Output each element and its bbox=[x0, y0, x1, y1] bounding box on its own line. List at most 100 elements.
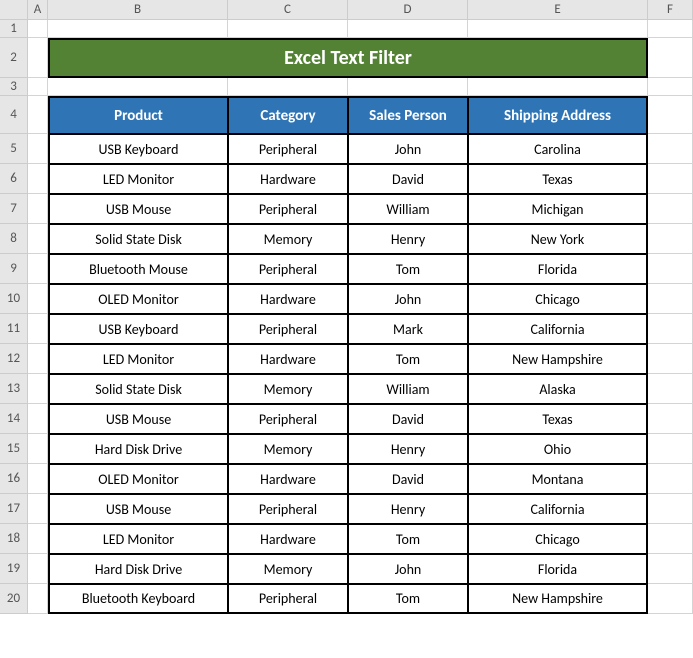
cell-sales-person[interactable]: William bbox=[348, 374, 468, 404]
row-header-5[interactable]: 5 bbox=[0, 134, 28, 164]
cell-f16[interactable] bbox=[648, 464, 693, 494]
cell-shipping-address[interactable]: Alaska bbox=[468, 374, 648, 404]
cell-product[interactable]: LED Monitor bbox=[48, 344, 228, 374]
cell-c1[interactable] bbox=[228, 20, 348, 38]
row-header-16[interactable]: 16 bbox=[0, 464, 28, 494]
cell-f8[interactable] bbox=[648, 224, 693, 254]
cell-product[interactable]: USB Mouse bbox=[48, 494, 228, 524]
cell-sales-person[interactable]: Tom bbox=[348, 584, 468, 614]
row-header-9[interactable]: 9 bbox=[0, 254, 28, 284]
row-header-17[interactable]: 17 bbox=[0, 494, 28, 524]
cell-f12[interactable] bbox=[648, 344, 693, 374]
row-header-1[interactable]: 1 bbox=[0, 20, 28, 38]
cell-shipping-address[interactable]: Michigan bbox=[468, 194, 648, 224]
cell-sales-person[interactable]: Tom bbox=[348, 524, 468, 554]
cell-sales-person[interactable]: Tom bbox=[348, 344, 468, 374]
cell-product[interactable]: USB Keyboard bbox=[48, 314, 228, 344]
cell-product[interactable]: Solid State Disk bbox=[48, 374, 228, 404]
cell-f11[interactable] bbox=[648, 314, 693, 344]
cell-a13[interactable] bbox=[28, 374, 48, 404]
cell-a2[interactable] bbox=[28, 38, 48, 78]
cell-sales-person[interactable]: David bbox=[348, 404, 468, 434]
cell-d3[interactable] bbox=[348, 78, 468, 96]
col-header-b[interactable]: B bbox=[48, 0, 228, 20]
cell-a10[interactable] bbox=[28, 284, 48, 314]
cell-f13[interactable] bbox=[648, 374, 693, 404]
cell-a14[interactable] bbox=[28, 404, 48, 434]
cell-sales-person[interactable]: William bbox=[348, 194, 468, 224]
cell-sales-person[interactable]: Henry bbox=[348, 494, 468, 524]
cell-a16[interactable] bbox=[28, 464, 48, 494]
cell-f17[interactable] bbox=[648, 494, 693, 524]
cell-d1[interactable] bbox=[348, 20, 468, 38]
cell-category[interactable]: Peripheral bbox=[228, 494, 348, 524]
row-header-3[interactable]: 3 bbox=[0, 78, 28, 96]
col-header-d[interactable]: D bbox=[348, 0, 468, 20]
cell-a20[interactable] bbox=[28, 584, 48, 614]
cell-shipping-address[interactable]: Florida bbox=[468, 254, 648, 284]
cell-f15[interactable] bbox=[648, 434, 693, 464]
cell-category[interactable]: Memory bbox=[228, 434, 348, 464]
cell-product[interactable]: Hard Disk Drive bbox=[48, 554, 228, 584]
cell-category[interactable]: Hardware bbox=[228, 284, 348, 314]
cell-shipping-address[interactable]: New York bbox=[468, 224, 648, 254]
cell-a6[interactable] bbox=[28, 164, 48, 194]
cell-sales-person[interactable]: David bbox=[348, 164, 468, 194]
cell-sales-person[interactable]: John bbox=[348, 134, 468, 164]
row-header-18[interactable]: 18 bbox=[0, 524, 28, 554]
cell-shipping-address[interactable]: New Hampshire bbox=[468, 584, 648, 614]
cell-shipping-address[interactable]: New Hampshire bbox=[468, 344, 648, 374]
cell-product[interactable]: OLED Monitor bbox=[48, 464, 228, 494]
cell-b3[interactable] bbox=[48, 78, 228, 96]
cell-f2[interactable] bbox=[648, 38, 693, 78]
cell-category[interactable]: Peripheral bbox=[228, 584, 348, 614]
cell-c3[interactable] bbox=[228, 78, 348, 96]
cell-category[interactable]: Peripheral bbox=[228, 194, 348, 224]
cell-f6[interactable] bbox=[648, 164, 693, 194]
cell-sales-person[interactable]: Mark bbox=[348, 314, 468, 344]
cell-product[interactable]: USB Mouse bbox=[48, 194, 228, 224]
cell-a15[interactable] bbox=[28, 434, 48, 464]
cell-f7[interactable] bbox=[648, 194, 693, 224]
cell-a12[interactable] bbox=[28, 344, 48, 374]
cell-shipping-address[interactable]: Montana bbox=[468, 464, 648, 494]
cell-shipping-address[interactable]: Chicago bbox=[468, 524, 648, 554]
cell-a19[interactable] bbox=[28, 554, 48, 584]
cell-shipping-address[interactable]: Carolina bbox=[468, 134, 648, 164]
cell-f9[interactable] bbox=[648, 254, 693, 284]
cell-a1[interactable] bbox=[28, 20, 48, 38]
cell-f19[interactable] bbox=[648, 554, 693, 584]
row-header-15[interactable]: 15 bbox=[0, 434, 28, 464]
cell-a9[interactable] bbox=[28, 254, 48, 284]
cell-a18[interactable] bbox=[28, 524, 48, 554]
cell-category[interactable]: Memory bbox=[228, 224, 348, 254]
cell-f18[interactable] bbox=[648, 524, 693, 554]
cell-product[interactable]: Solid State Disk bbox=[48, 224, 228, 254]
cell-shipping-address[interactable]: Chicago bbox=[468, 284, 648, 314]
row-header-20[interactable]: 20 bbox=[0, 584, 28, 614]
cell-f14[interactable] bbox=[648, 404, 693, 434]
cell-category[interactable]: Hardware bbox=[228, 464, 348, 494]
cell-shipping-address[interactable]: Texas bbox=[468, 164, 648, 194]
cell-product[interactable]: USB Keyboard bbox=[48, 134, 228, 164]
cell-product[interactable]: LED Monitor bbox=[48, 524, 228, 554]
cell-shipping-address[interactable]: Texas bbox=[468, 404, 648, 434]
cell-f10[interactable] bbox=[648, 284, 693, 314]
header-product[interactable]: Product bbox=[48, 96, 228, 134]
cell-category[interactable]: Hardware bbox=[228, 344, 348, 374]
cell-b1[interactable] bbox=[48, 20, 228, 38]
header-sales-person[interactable]: Sales Person bbox=[348, 96, 468, 134]
header-shipping-address[interactable]: Shipping Address bbox=[468, 96, 648, 134]
col-header-c[interactable]: C bbox=[228, 0, 348, 20]
cell-category[interactable]: Hardware bbox=[228, 164, 348, 194]
row-header-14[interactable]: 14 bbox=[0, 404, 28, 434]
row-header-10[interactable]: 10 bbox=[0, 284, 28, 314]
cell-shipping-address[interactable]: Ohio bbox=[468, 434, 648, 464]
cell-a7[interactable] bbox=[28, 194, 48, 224]
cell-product[interactable]: Hard Disk Drive bbox=[48, 434, 228, 464]
cell-category[interactable]: Peripheral bbox=[228, 314, 348, 344]
cell-sales-person[interactable]: John bbox=[348, 554, 468, 584]
cell-product[interactable]: Bluetooth Mouse bbox=[48, 254, 228, 284]
row-header-4[interactable]: 4 bbox=[0, 96, 28, 134]
cell-sales-person[interactable]: John bbox=[348, 284, 468, 314]
